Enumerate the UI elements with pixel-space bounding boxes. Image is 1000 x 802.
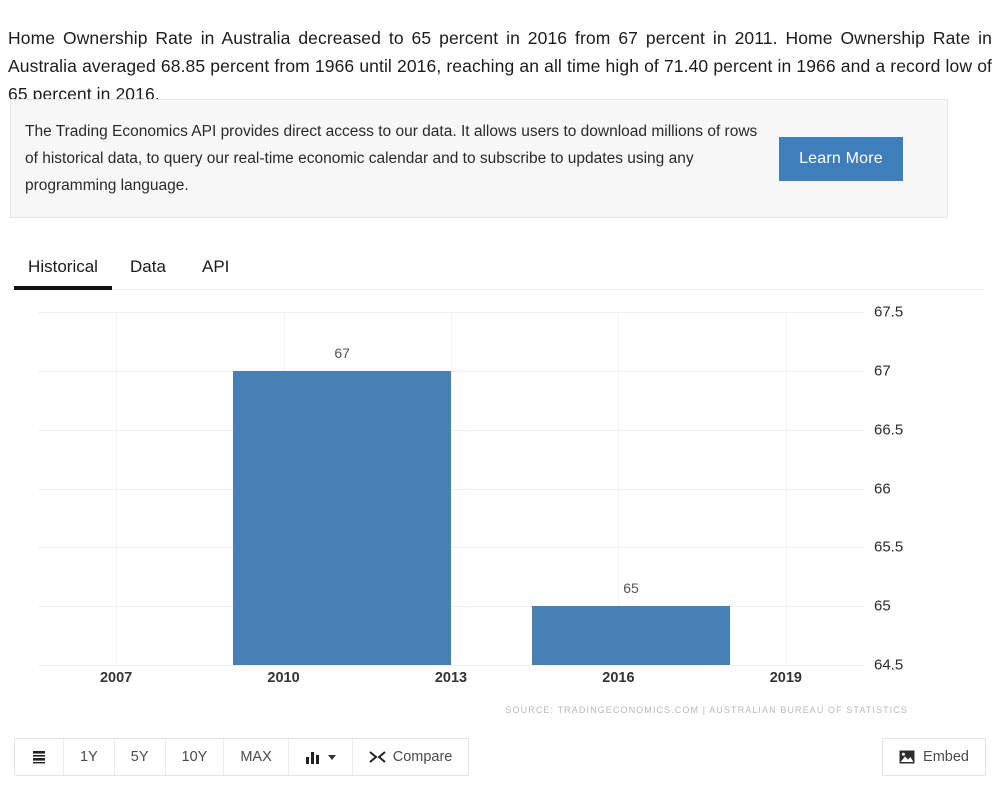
tab-historical[interactable]: Historical [14,245,112,290]
list-view-button[interactable] [15,739,64,775]
chart-bar[interactable] [531,606,731,665]
x-axis-tick-label: 2019 [769,670,802,686]
x-axis-tick-label: 2013 [434,670,468,686]
bar-value-label: 65 [623,580,639,597]
bar-chart-icon [305,750,321,764]
tab-api[interactable]: API [198,245,233,289]
chart-plot-area[interactable]: 67 65 [38,312,864,666]
y-axis-tick-label: 65 [874,597,891,615]
y-axis-tick-label: 64.5 [874,656,904,674]
image-icon [899,750,915,764]
chevron-down-icon [327,754,336,760]
tab-data[interactable]: Data [126,245,170,289]
embed-label: Embed [923,749,969,765]
page-root: Home Ownership Rate in Australia decreas… [0,0,1000,802]
learn-more-button[interactable]: Learn More [779,136,903,181]
tab-bar: Historical Data API [8,245,984,290]
chart-toolbar[interactable]: 1Y 5Y 10Y MAX Compare [14,738,470,776]
tab-historical-label: Historical [28,257,98,276]
embed-button[interactable]: Embed [882,738,986,776]
shuffle-icon [369,750,386,764]
y-axis-tick-label: 66 [874,480,891,497]
x-axis-tick-label: 2010 [267,670,300,686]
chart-source-attribution: SOURCE: TRADINGECONOMICS.COM | AUSTRALIA… [505,705,908,715]
range-max-button[interactable]: MAX [224,739,289,775]
x-axis-tick-label: 2007 [99,670,133,686]
y-axis-tick-label: 66.5 [874,421,904,439]
compare-button[interactable]: Compare [352,739,469,775]
gridline-horizontal [38,665,864,666]
tab-api-label: API [202,257,230,276]
range-1y-button[interactable]: 1Y [64,739,115,775]
summary-paragraph: Home Ownership Rate in Australia decreas… [8,27,992,104]
gridline-vertical [451,312,452,665]
api-promo-box: The Trading Economics API provides direc… [10,99,948,218]
y-axis-tick-label: 67.5 [874,303,904,321]
bar-value-label: 67 [334,344,350,361]
compare-label: Compare [392,749,453,765]
chart-bar[interactable] [233,370,451,665]
list-icon [31,749,47,765]
x-axis-tick-label: 2016 [602,670,635,686]
range-5y-button[interactable]: 5Y [114,739,166,775]
range-10y-button[interactable]: 10Y [165,739,225,775]
y-axis-tick-label: 65.5 [874,538,904,556]
chart-container[interactable]: 67 65 67.5 67 66.5 66 65.5 65 64.5 2007 2010 2013 2… [0,300,1000,730]
chart-type-dropdown[interactable] [288,739,353,775]
gridline-vertical [116,312,118,665]
gridline-vertical [785,312,787,665]
api-promo-text: The Trading Economics API provides direc… [25,123,758,194]
tab-data-label: Data [130,257,166,276]
y-axis-tick-label: 67 [874,362,891,380]
